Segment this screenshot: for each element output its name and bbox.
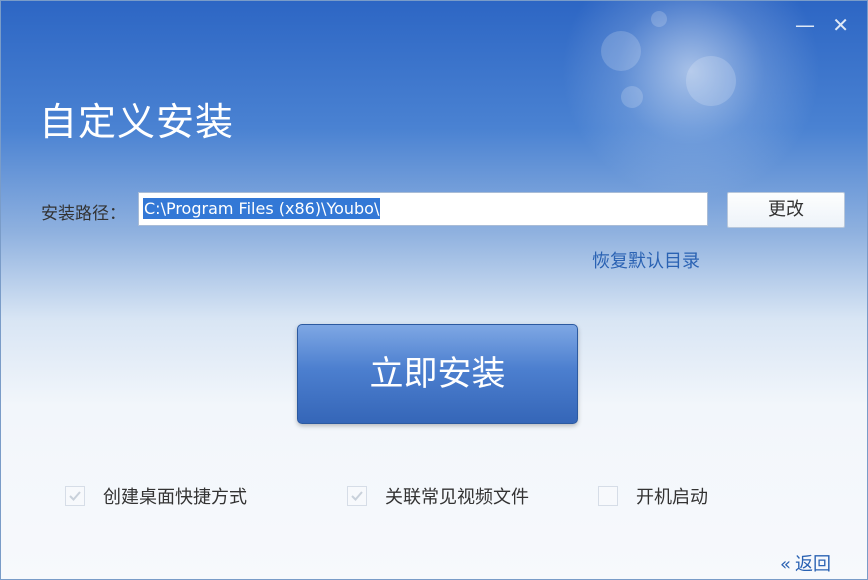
page-title: 自定义安装 <box>39 100 235 144</box>
background-glow <box>561 1 821 201</box>
checkmark-icon <box>351 491 363 501</box>
option-label: 开机启动 <box>636 487 708 508</box>
background-bubble <box>686 56 736 106</box>
background-bubble <box>651 11 667 27</box>
install-now-button[interactable]: 立即安装 <box>297 324 578 424</box>
back-link[interactable]: «返回 <box>780 550 831 576</box>
double-chevron-left-icon: « <box>780 554 792 575</box>
install-path-label: 安装路径： <box>41 204 126 224</box>
checkbox-associate-video-files[interactable] <box>347 486 367 506</box>
option-startup[interactable]: 开机启动 <box>598 483 708 509</box>
checkbox-desktop-shortcut[interactable] <box>65 486 85 506</box>
option-label: 关联常见视频文件 <box>385 487 529 508</box>
install-path-value: C:\Program Files (x86)\Youbo\ <box>143 198 381 219</box>
restore-default-directory-link[interactable]: 恢复默认目录 <box>592 247 700 273</box>
checkmark-icon <box>69 491 81 501</box>
change-path-button[interactable]: 更改 <box>727 192 845 228</box>
checkbox-startup[interactable] <box>598 486 618 506</box>
option-label: 创建桌面快捷方式 <box>103 487 247 508</box>
installer-window: — ✕ 自定义安装 安装路径： C:\Program Files (x86)\Y… <box>0 0 868 580</box>
install-path-input[interactable]: C:\Program Files (x86)\Youbo\ <box>138 192 708 226</box>
back-label: 返回 <box>795 554 832 575</box>
close-button[interactable]: ✕ <box>832 15 849 35</box>
background-bubble <box>601 31 641 71</box>
option-associate-video-files[interactable]: 关联常见视频文件 <box>347 483 529 509</box>
option-desktop-shortcut[interactable]: 创建桌面快捷方式 <box>65 483 247 509</box>
background-bubble <box>621 86 643 108</box>
minimize-button[interactable]: — <box>795 15 815 35</box>
